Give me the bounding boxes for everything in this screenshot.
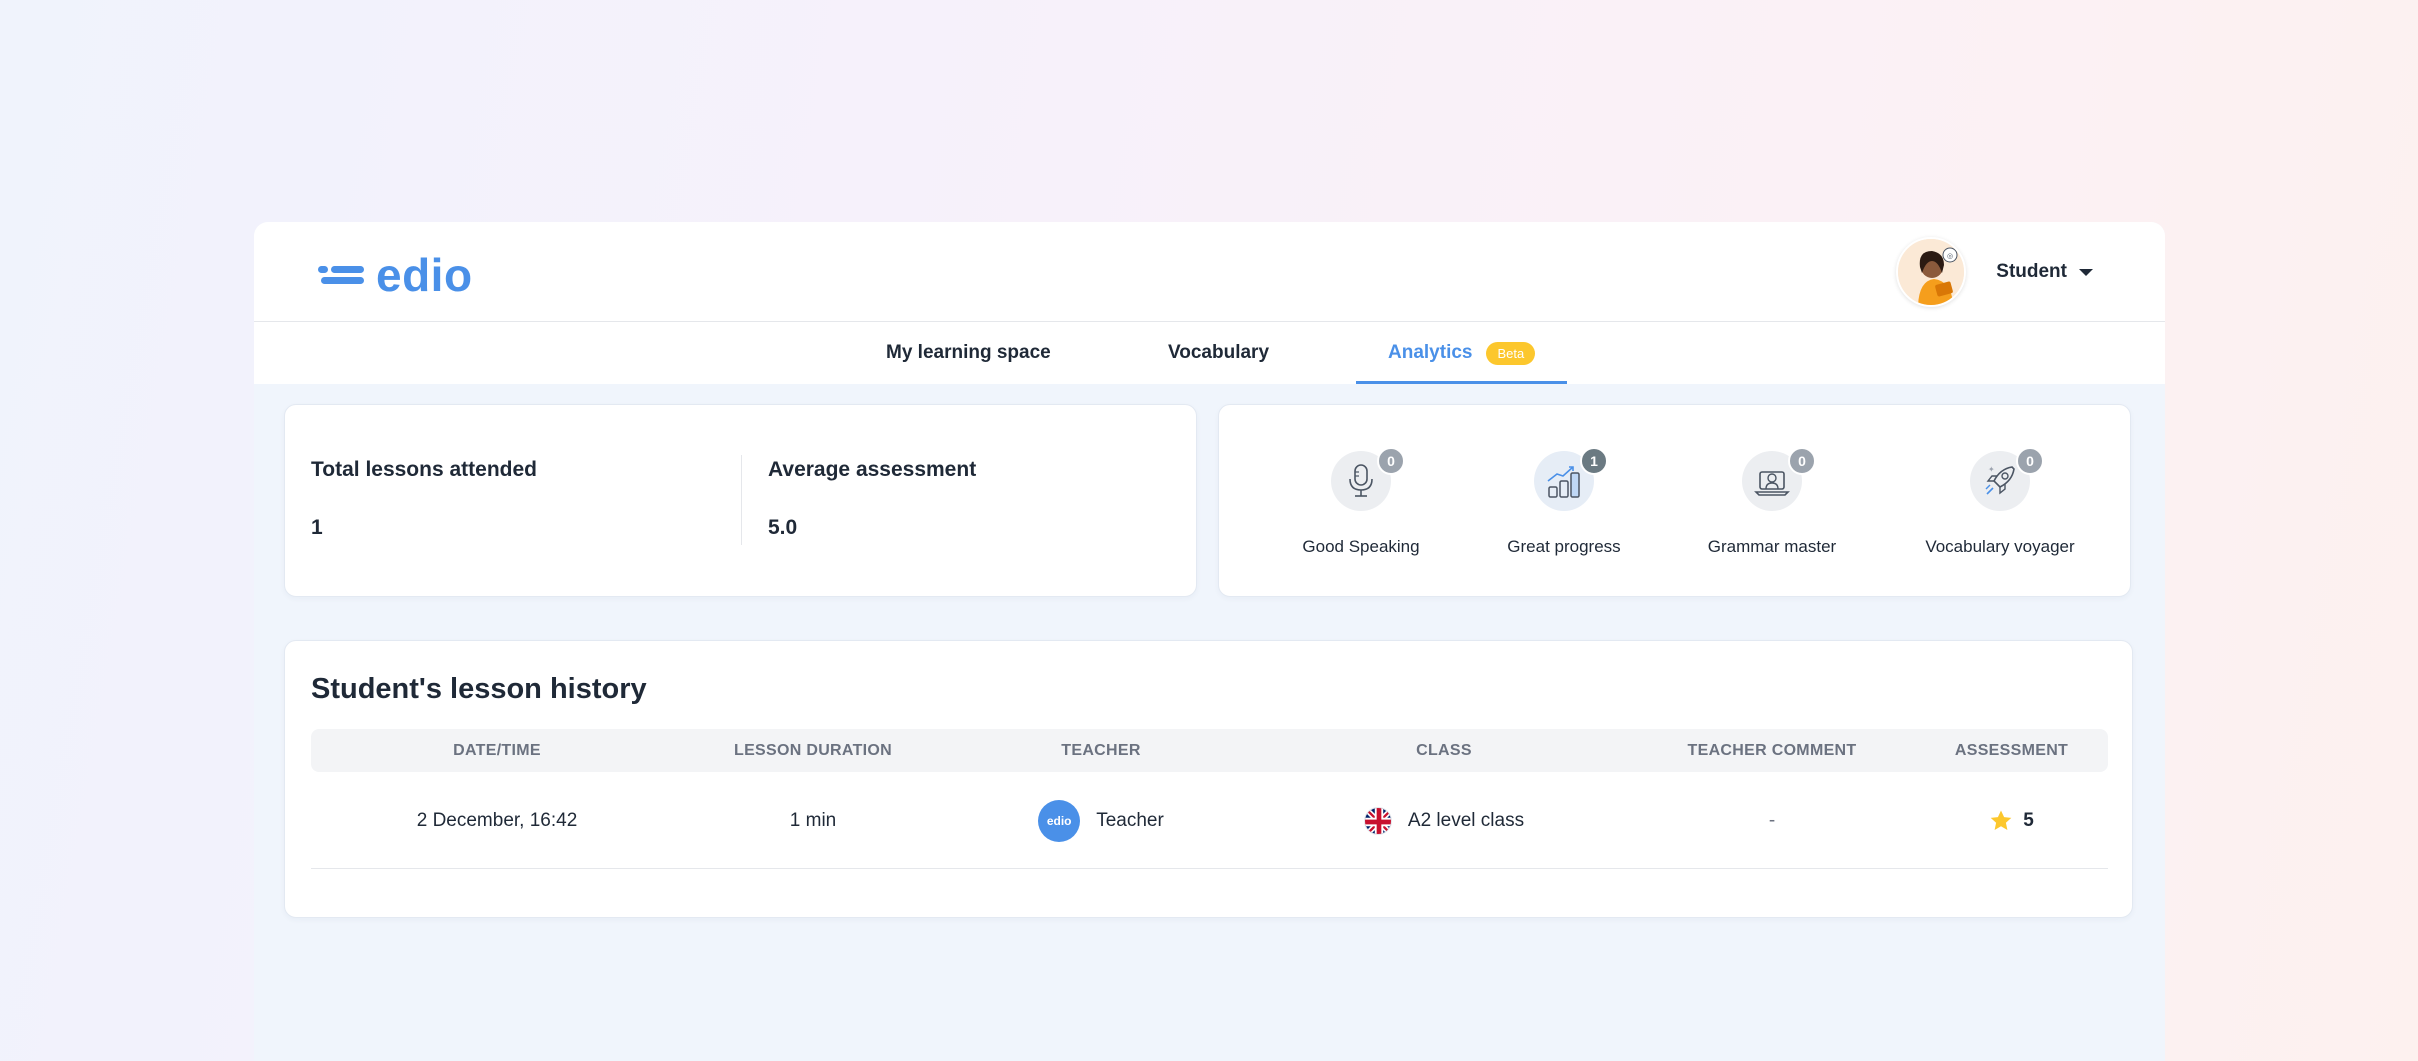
column-header-datetime[interactable]: Date/Time [311, 729, 683, 772]
tab-label: Analytics [1388, 342, 1473, 363]
cell-datetime: 2 December, 16:42 [416, 809, 578, 831]
table-header: Date/Time Lesson duration Teacher Class … [311, 729, 2108, 772]
badge-label: Vocabulary voyager [1925, 537, 2075, 556]
svg-text:◎: ◎ [1947, 252, 1953, 260]
badge-vocabulary-voyager[interactable]: ✦ 0 Vocabulary voyager [1920, 447, 2080, 557]
badge-count: 0 [1377, 447, 1405, 475]
tab-label: My learning space [886, 342, 1051, 363]
microphone-icon [1349, 464, 1373, 497]
assessment-value: 5 [2023, 809, 2034, 831]
total-lessons-value: 1 [311, 516, 323, 539]
beta-badge: Beta [1486, 341, 1536, 365]
svg-text:✦: ✦ [1988, 465, 1995, 474]
teacher-avatar: edio [1038, 799, 1081, 842]
badge-great-progress[interactable]: 1 Great progress [1484, 447, 1644, 557]
user-menu[interactable]: ◎ Student [1896, 237, 2093, 307]
badge-label: Good Speaking [1302, 537, 1420, 556]
cell-teacher: edio Teacher [943, 772, 1259, 869]
logo-mark-icon [318, 262, 364, 288]
total-lessons-title: Total lessons attended [311, 458, 537, 481]
growth-chart-icon [1547, 466, 1580, 498]
uk-flag-icon [1363, 806, 1392, 835]
stats-divider [741, 455, 742, 545]
cell-teacher-comment: - [1768, 809, 1776, 831]
edio-logo[interactable]: edio [318, 252, 473, 298]
badges-card: 0 Good Speaking 1 Great progress 0 Gramm… [1218, 404, 2131, 597]
tab-vocabulary[interactable]: Vocabulary [1168, 322, 1269, 384]
table-row[interactable]: 2 December, 16:42 1 min edio Teacher A2 … [311, 772, 2108, 869]
badge-count: 0 [2016, 447, 2044, 475]
laptop-icon [1754, 471, 1790, 496]
tab-label: Vocabulary [1168, 342, 1270, 363]
cell-duration: 1 min [789, 809, 837, 831]
column-header-duration[interactable]: Lesson duration [683, 729, 943, 772]
main-tabs: My learning space Vocabulary Analytics B… [254, 322, 2165, 384]
lesson-history-title: Student's lesson history [311, 673, 647, 705]
badge-count: 0 [1788, 447, 1816, 475]
rocket-icon: ✦ [1985, 465, 2015, 495]
lesson-history-card: Student's lesson history Date/Time Lesso… [284, 640, 2133, 918]
active-tab-indicator [1356, 381, 1568, 384]
avatar[interactable]: ◎ [1896, 237, 1967, 307]
cell-class: A2 level class [1259, 772, 1629, 869]
logo-text: edio [376, 249, 473, 301]
column-header-class[interactable]: Class [1259, 729, 1629, 772]
avg-assessment-value: 5.0 [768, 516, 798, 539]
teacher-name: Teacher [1096, 809, 1164, 831]
badge-label: Grammar master [1707, 537, 1837, 556]
student-avatar-icon: ◎ [1898, 239, 1965, 305]
user-role-label: Student [1996, 261, 2067, 282]
stats-card: Total lessons attended 1 Average assessm… [284, 404, 1197, 597]
cell-assessment: 5 [1915, 772, 2108, 869]
tab-analytics[interactable]: Analytics Beta [1356, 322, 1568, 384]
class-name: A2 level class [1407, 809, 1525, 831]
column-header-assessment[interactable]: Assessment [1915, 729, 2108, 772]
column-header-teacher-comment[interactable]: Teacher comment [1629, 729, 1915, 772]
chevron-down-icon[interactable] [2079, 268, 2093, 276]
avg-assessment-title: Average assessment [768, 458, 977, 481]
badge-grammar-master[interactable]: 0 Grammar master [1692, 447, 1852, 557]
column-header-teacher[interactable]: Teacher [943, 729, 1259, 772]
star-icon [1990, 810, 2012, 830]
tab-my-learning-space[interactable]: My learning space [886, 322, 1051, 384]
app-shell: edio ◎ Student My learning space Vocabul… [254, 222, 2165, 1061]
badge-count: 1 [1580, 447, 1608, 475]
badge-good-speaking[interactable]: 0 Good Speaking [1281, 447, 1441, 557]
badge-label: Great progress [1507, 537, 1621, 556]
top-header: edio ◎ Student [254, 222, 2165, 322]
